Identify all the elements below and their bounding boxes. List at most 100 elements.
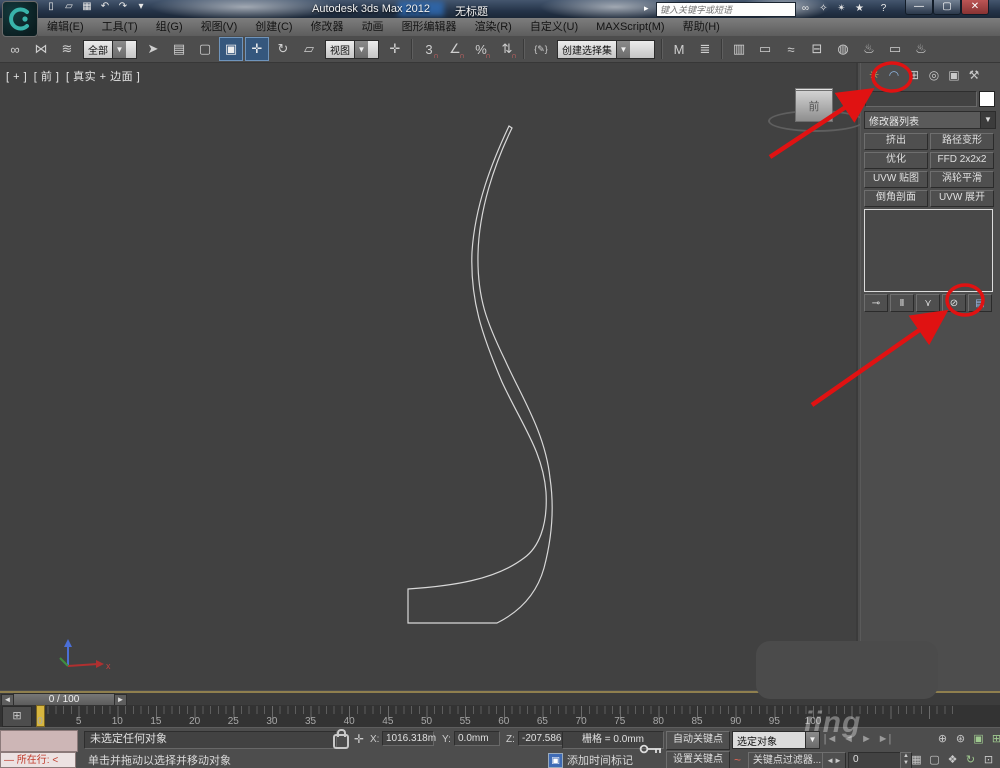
modifier-button-1[interactable]: 路径变形 [930, 133, 994, 150]
select-and-scale-icon[interactable]: ▱ [297, 37, 321, 61]
application-menu-button[interactable] [2, 1, 38, 37]
undo-icon[interactable]: ↶ [96, 0, 114, 14]
frame-tick-95[interactable]: 95 [769, 716, 780, 727]
modifier-button-3[interactable]: FFD 2x2x2 [930, 152, 994, 169]
quick-access-more-icon[interactable]: ▾ [132, 0, 150, 14]
add-time-tag-label[interactable]: 添加时间标记 [567, 752, 633, 768]
frame-tick-20[interactable]: 20 [189, 716, 200, 727]
maximize-button[interactable]: ▢ [933, 0, 961, 15]
maxscript-mini-listener[interactable] [0, 730, 78, 752]
selection-lock-icon[interactable] [333, 729, 349, 749]
material-editor-icon[interactable]: ◍ [831, 37, 855, 61]
modifier-button-4[interactable]: UVW 贴图 [864, 171, 928, 188]
frame-tick-55[interactable]: 55 [460, 716, 471, 727]
tab-utilities-icon[interactable]: ⚒ [965, 66, 983, 84]
schematic-view-icon[interactable]: ⊟ [805, 37, 829, 61]
zoom-icon[interactable]: ⊕ [934, 730, 951, 746]
bind-to-space-warp-icon[interactable]: ≋ [55, 37, 79, 61]
menu-item-0[interactable]: 编辑(E) [38, 18, 93, 36]
select-object-icon[interactable]: ➤ [141, 37, 165, 61]
set-keys-button[interactable] [638, 732, 664, 765]
menu-item-8[interactable]: 渲染(R) [466, 18, 521, 36]
open-mini-curve-editor-button[interactable]: ⊞ [2, 706, 32, 727]
help-icon[interactable]: ? [876, 2, 891, 16]
pan-hand-icon[interactable]: ❖ [944, 751, 961, 767]
tab-hierarchy-icon[interactable]: ⊞ [905, 66, 923, 84]
auto-key-button[interactable]: 自动关键点 [666, 731, 730, 750]
y-coordinate-field[interactable]: 0.0mm [454, 731, 500, 746]
zoom-region-icon[interactable]: ▢ [926, 751, 943, 767]
configure-modifier-sets-icon[interactable]: ▤ [968, 294, 992, 312]
key-login-icon[interactable]: ✧ [816, 2, 831, 16]
set-key-button[interactable]: 设置关键点 [666, 751, 730, 768]
frame-tick-10[interactable]: 10 [112, 716, 123, 727]
save-file-icon[interactable]: ▦ [78, 0, 96, 14]
reference-coordinate-dropdown[interactable]: 视图 ▼ [325, 39, 379, 59]
angle-snap-icon[interactable]: ∠ ∩ [443, 37, 467, 61]
select-and-link-icon[interactable]: ∞ [3, 37, 27, 61]
curve-editor-icon[interactable]: ≈ [779, 37, 803, 61]
search-icon[interactable]: ∞ [798, 2, 813, 16]
object-color-swatch[interactable] [979, 91, 995, 107]
menu-item-10[interactable]: MAXScript(M) [587, 18, 673, 36]
frame-tick-85[interactable]: 85 [691, 716, 702, 727]
frame-tick-60[interactable]: 60 [498, 716, 509, 727]
chevron-down-icon[interactable]: ▼ [354, 40, 368, 58]
key-filters-button[interactable]: 关键点过滤器... [748, 752, 826, 768]
communication-icon[interactable]: ✴ [834, 2, 849, 16]
tab-modify-icon[interactable]: ◠ [885, 66, 903, 84]
search-input[interactable] [656, 2, 796, 17]
edit-named-selection-sets-icon[interactable]: {✎} [529, 37, 553, 61]
frame-tick-90[interactable]: 90 [730, 716, 741, 727]
tab-display-icon[interactable]: ▣ [945, 66, 963, 84]
chevron-down-icon[interactable]: ▼ [980, 112, 995, 128]
time-configuration-icon[interactable]: ▦ [908, 751, 925, 767]
frame-tick-50[interactable]: 50 [421, 716, 432, 727]
absolute-mode-transform-icon[interactable]: ✛ [354, 732, 364, 746]
named-selection-sets-dropdown[interactable]: 创建选择集 ▼ [557, 39, 655, 59]
layer-manager-icon[interactable]: ▥ [727, 37, 751, 61]
current-frame-field[interactable]: 0 [848, 752, 904, 768]
workspace-arrow-icon[interactable]: ▸ [644, 3, 649, 14]
frame-tick-35[interactable]: 35 [305, 716, 316, 727]
menu-item-11[interactable]: 帮助(H) [674, 18, 729, 36]
object-name-field[interactable] [865, 91, 977, 107]
chevron-down-icon[interactable]: ▼ [805, 732, 819, 748]
x-coordinate-field[interactable]: 1016.318m [382, 731, 436, 746]
zoom-all-icon[interactable]: ⊛ [952, 730, 969, 746]
remove-modifier-icon[interactable]: ⊘ [942, 294, 966, 312]
modifier-stack-list[interactable] [864, 209, 993, 292]
frame-tick-65[interactable]: 65 [537, 716, 548, 727]
tab-motion-icon[interactable]: ◎ [925, 66, 943, 84]
frame-tick-70[interactable]: 70 [576, 716, 587, 727]
menu-item-5[interactable]: 修改器 [302, 18, 353, 36]
align-icon[interactable]: ≣ [693, 37, 717, 61]
menu-item-6[interactable]: 动画 [353, 18, 393, 36]
pin-stack-icon[interactable]: ⊸ [864, 294, 888, 312]
modifier-button-0[interactable]: 挤出 [864, 133, 928, 150]
graphite-ribbon-icon[interactable]: ▭ [753, 37, 777, 61]
menu-item-1[interactable]: 工具(T) [93, 18, 147, 36]
go-to-end-icon[interactable]: ►| [876, 731, 893, 747]
menu-item-2[interactable]: 组(G) [147, 18, 192, 36]
frame-tick-25[interactable]: 25 [228, 716, 239, 727]
maxscript-listener-line[interactable]: — 所在行: < [0, 752, 76, 768]
snaps-toggle-3d-icon[interactable]: 3 ∩ [417, 37, 441, 61]
frame-tick-75[interactable]: 75 [614, 716, 625, 727]
modifier-button-6[interactable]: 倒角剖面 [864, 190, 928, 207]
menu-item-7[interactable]: 图形编辑器 [393, 18, 466, 36]
zoom-extents-all-icon[interactable]: ⊞ [988, 730, 1000, 746]
frame-tick-80[interactable]: 80 [653, 716, 664, 727]
frame-tick-40[interactable]: 40 [344, 716, 355, 727]
add-time-tag[interactable]: ▣ 添加时间标记 [548, 752, 633, 768]
modifier-button-2[interactable]: 优化 [864, 152, 928, 169]
unlink-selection-icon[interactable]: ⋈ [29, 37, 53, 61]
mirror-icon[interactable]: M [667, 37, 691, 61]
rendered-frame-window-icon[interactable]: ▭ [883, 37, 907, 61]
tab-create-icon[interactable]: ✳ [865, 66, 883, 84]
menu-item-3[interactable]: 视图(V) [192, 18, 247, 36]
zoom-extents-icon[interactable]: ▣ [970, 730, 987, 746]
modifier-list-dropdown[interactable]: 修改器列表 ▼ [864, 111, 996, 129]
frame-tick-45[interactable]: 45 [382, 716, 393, 727]
percent-snap-icon[interactable]: % ∩ [469, 37, 493, 61]
